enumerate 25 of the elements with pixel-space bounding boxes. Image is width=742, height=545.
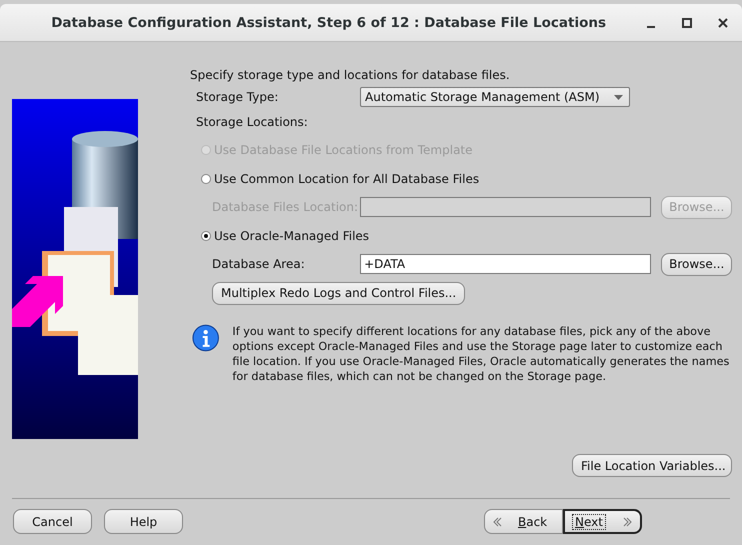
- radio-indicator[interactable]: [201, 174, 211, 184]
- next-chevron-icon: [623, 516, 632, 526]
- storage-type-label: Storage Type:: [196, 90, 280, 104]
- window-title: Database Configuration Assistant, Step 6 of 12 : Database File Locations: [51, 14, 606, 30]
- storage-locations-label: Storage Locations:: [195, 114, 309, 131]
- instruction-text: Specify storage type and locations for database files.: [190, 68, 511, 84]
- info-text: If you want to specify different locations for any database files, pick any of the above options except Oracle-Managed Files and use the Storage page later to customize each file location. If you use Oracle-Managed Files, Oracle automatically generates the names for database files, which can not be changed on the Storage page.: [232, 324, 730, 384]
- dropdown-arrow-icon: [614, 94, 623, 100]
- back-button[interactable]: Back: [484, 509, 563, 534]
- field-label: Database Area:: [212, 257, 306, 271]
- radio-indicator[interactable]: [201, 230, 211, 240]
- info-icon: [192, 324, 220, 352]
- radio-option[interactable]: Use Common Location for All Database Files: [190, 164, 732, 193]
- browse-button[interactable]: Browse...: [661, 252, 732, 276]
- back-chevron-icon: [493, 516, 502, 526]
- storage-type-dropdown[interactable]: Automatic Storage Management (ASM): [360, 87, 630, 107]
- footer-button[interactable]: Cancel: [13, 509, 92, 534]
- maximize-icon[interactable]: [682, 18, 692, 28]
- next-button[interactable]: Next: [563, 509, 642, 534]
- radio-option[interactable]: Use Oracle-Managed Files: [190, 221, 732, 250]
- close-icon[interactable]: [718, 18, 728, 28]
- footer-button[interactable]: Help: [104, 509, 183, 534]
- multiplex-button[interactable]: Multiplex Redo Logs and Control Files...: [212, 282, 466, 304]
- location-input-field[interactable]: +DATA: [360, 254, 652, 274]
- file-location-variables-button[interactable]: File Location Variables...: [572, 454, 732, 477]
